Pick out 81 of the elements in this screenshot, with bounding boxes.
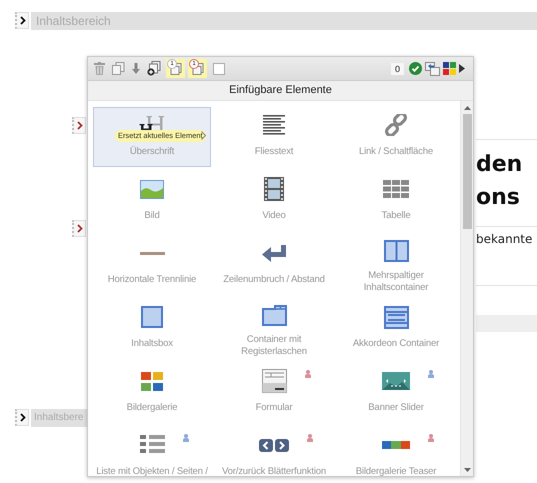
element-item[interactable]: Video bbox=[215, 171, 333, 231]
return-arrow-icon bbox=[262, 244, 286, 262]
link-icon bbox=[385, 114, 407, 136]
element-label: Akkordeon Container bbox=[352, 338, 440, 350]
page-paragraph: bekannte bbox=[476, 231, 534, 248]
color-grid-icon[interactable] bbox=[443, 62, 456, 75]
element-item[interactable]: Bildergalerie Teaser bbox=[337, 427, 455, 476]
gallery-icon bbox=[141, 372, 163, 390]
element-item[interactable]: Mehrspaltiger Inhaltscontainer bbox=[337, 235, 455, 295]
trash-icon bbox=[94, 62, 105, 75]
element-label: Fliesstext bbox=[254, 146, 294, 158]
element-item[interactable]: Fliesstext bbox=[215, 107, 333, 167]
element-item[interactable]: Tabelle bbox=[337, 171, 455, 231]
teaser-icon bbox=[382, 441, 410, 449]
prev-next-icon bbox=[259, 438, 289, 452]
section-handle[interactable] bbox=[72, 117, 86, 134]
element-item[interactable]: Zeilenumbruch / Abstand bbox=[215, 235, 333, 295]
element-label: Container mit Registerlaschen bbox=[240, 334, 308, 358]
element-label: Horizontale Trennlinie bbox=[108, 274, 196, 286]
element-item[interactable]: Formular bbox=[215, 363, 333, 423]
copy-icon bbox=[112, 62, 125, 75]
element-label: Bildergalerie Teaser bbox=[356, 466, 436, 476]
element-label: Link / Schaltfläche bbox=[358, 146, 434, 158]
chevron-icon bbox=[76, 121, 82, 130]
element-label: Zeilenumbruch / Abstand bbox=[223, 274, 325, 286]
element-label: Video bbox=[262, 210, 286, 222]
scrollbar[interactable] bbox=[460, 101, 473, 476]
accordion-icon bbox=[384, 306, 408, 328]
chevron-icon bbox=[20, 16, 26, 25]
image-icon bbox=[140, 180, 164, 198]
table-icon bbox=[383, 180, 409, 198]
element-item[interactable]: Bild bbox=[93, 171, 211, 231]
down-arrow-icon bbox=[132, 63, 140, 74]
element-label: Bild bbox=[144, 210, 160, 222]
element-label: Banner Slider bbox=[368, 402, 424, 414]
horizontal-line-icon bbox=[140, 252, 164, 254]
element-label: Vor/zurück Blätterfunktion bbox=[222, 466, 326, 476]
slider-icon bbox=[382, 372, 410, 390]
section-handle[interactable] bbox=[15, 12, 29, 29]
element-item[interactable]: Container mit Registerlaschen bbox=[215, 299, 333, 359]
element-item[interactable]: Bildergalerie bbox=[93, 363, 211, 423]
element-item[interactable]: Link / Schaltfläche bbox=[337, 107, 455, 167]
tabs-icon bbox=[262, 304, 286, 326]
film-icon bbox=[264, 177, 284, 201]
scroll-thumb[interactable] bbox=[462, 114, 472, 229]
toolbar-button[interactable] bbox=[145, 59, 163, 78]
chevron-icon bbox=[76, 224, 82, 233]
element-item[interactable]: Inhaltsbox bbox=[93, 299, 211, 359]
check-icon[interactable] bbox=[409, 62, 422, 75]
element-item[interactable]: Liste mit Objekten / Seiten / bbox=[93, 427, 211, 476]
element-item[interactable]: Horizontale Trennlinie bbox=[93, 235, 211, 295]
chevron-icon bbox=[201, 131, 206, 140]
section-handle[interactable] bbox=[15, 409, 29, 426]
page-heading: ons bbox=[476, 184, 521, 212]
list-icon bbox=[140, 435, 164, 455]
box-icon bbox=[141, 306, 163, 328]
element-label: Formular bbox=[256, 402, 292, 414]
checkbox[interactable] bbox=[213, 62, 225, 74]
element-label: Tabelle bbox=[381, 210, 410, 222]
element-label: Überschrift bbox=[130, 146, 174, 158]
columns-icon bbox=[384, 240, 408, 262]
element-item[interactable]: Banner Slider bbox=[337, 363, 455, 423]
element-label: Liste mit Objekten / Seiten / bbox=[96, 466, 208, 476]
section-band bbox=[476, 315, 537, 332]
copy-plus-icon bbox=[147, 61, 161, 76]
scroll-up-icon[interactable] bbox=[464, 106, 470, 110]
chevron-icon bbox=[20, 413, 26, 422]
form-icon bbox=[262, 369, 286, 393]
section-handle[interactable] bbox=[72, 220, 86, 237]
counter: 0 bbox=[390, 62, 404, 74]
text-lines-icon bbox=[263, 115, 285, 135]
swap-icon[interactable] bbox=[425, 62, 440, 76]
page-heading: den bbox=[476, 151, 524, 179]
element-item[interactable]: Vor/zurück Blätterfunktion bbox=[215, 427, 333, 476]
element-item[interactable]: Akkordeon Container bbox=[337, 299, 455, 359]
element-label: Bildergalerie bbox=[126, 402, 178, 414]
element-label: Mehrspaltiger Inhaltscontainer bbox=[362, 270, 430, 294]
popup-title: Einfügbare Elemente bbox=[88, 81, 473, 101]
play-icon[interactable] bbox=[459, 64, 465, 73]
scroll-down-icon[interactable] bbox=[464, 468, 470, 472]
element-label: Inhaltsbox bbox=[131, 338, 173, 350]
